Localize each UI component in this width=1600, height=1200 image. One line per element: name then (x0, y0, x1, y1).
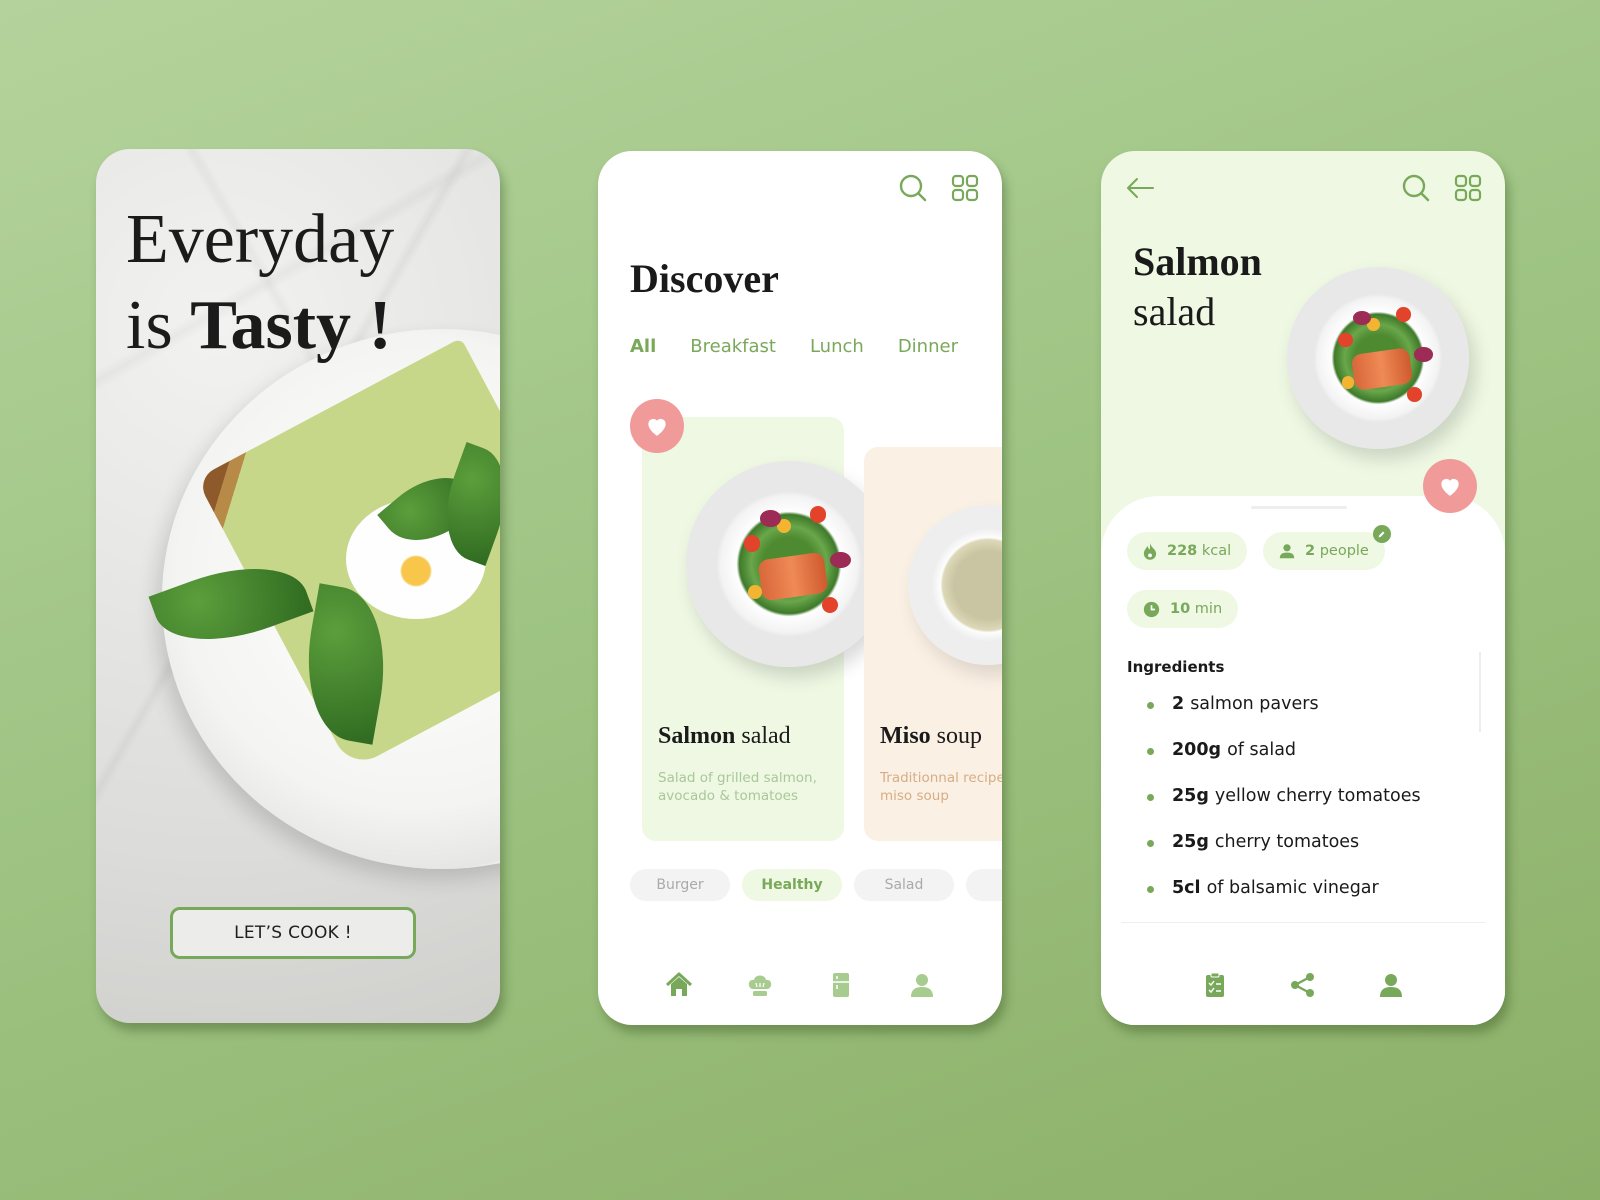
detail-sheet: 228 kcal 2 people 10 min Ingredients 2 sa… (1101, 496, 1505, 1025)
chip-healthy[interactable]: Healthy (742, 869, 842, 901)
edit-servings-button[interactable] (1372, 525, 1391, 543)
category-chips: Burger Healthy Salad (630, 869, 1002, 901)
card-description: Salad of grilled salmon, avocado & tomat… (658, 770, 817, 804)
favorite-button[interactable] (630, 399, 684, 453)
headline-exclamation: ! (368, 287, 392, 364)
bottom-nav (1101, 971, 1505, 999)
favorite-button[interactable] (1423, 459, 1477, 513)
recipe-title: Salmon salad (1133, 239, 1262, 334)
discover-screen: Discover All Breakfast Lunch Dinner Salm… (598, 151, 1002, 1025)
time-chip: 10 min (1127, 590, 1239, 628)
user-icon[interactable] (1377, 971, 1405, 999)
salmon-salad-image (1287, 267, 1469, 449)
calories-chip: 228 kcal (1127, 532, 1248, 570)
tab-dinner[interactable]: Dinner (898, 336, 958, 357)
back-arrow-icon[interactable] (1125, 175, 1155, 201)
meal-tabs: All Breakfast Lunch Dinner (630, 336, 958, 357)
sheet-handle[interactable] (1251, 506, 1347, 509)
checklist-icon[interactable] (1201, 971, 1229, 999)
card-title: Miso soup (880, 723, 983, 749)
chip-burger[interactable]: Burger (630, 869, 730, 901)
card-description: Traditionnal recipe of miso soup (880, 770, 1002, 804)
headline-bold-word: Tasty (190, 287, 352, 364)
tab-all[interactable]: All (630, 336, 656, 357)
clock-icon (1143, 601, 1160, 617)
search-icon[interactable] (1401, 173, 1431, 203)
home-icon[interactable] (665, 971, 693, 999)
splash-screen: Everyday is Tasty ! LET’S COOK ! (96, 149, 500, 1023)
headline-is: is (126, 287, 173, 364)
tab-lunch[interactable]: Lunch (810, 336, 864, 357)
grid-icon[interactable] (950, 173, 980, 203)
ingredient-item: 25g cherry tomatoes (1147, 832, 1421, 878)
chip-more[interactable] (966, 869, 1002, 901)
ingredient-item: 25g yellow cherry tomatoes (1147, 786, 1421, 832)
heart-icon (1441, 478, 1459, 496)
servings-chip[interactable]: 2 people (1263, 525, 1391, 570)
recipe-detail-screen: Salmon salad 228 kcal 2 people 10 min In… (1101, 151, 1505, 1025)
ingredient-item: 200g of salad (1147, 740, 1421, 786)
user-icon[interactable] (908, 971, 936, 999)
page-title: Discover (630, 256, 779, 301)
share-icon[interactable] (1289, 971, 1317, 999)
salmon-salad-image (686, 461, 892, 667)
chef-hat-icon[interactable] (746, 971, 774, 999)
bottom-nav (598, 971, 1002, 999)
heart-icon (648, 418, 666, 436)
ingredients-scrollbar[interactable] (1479, 652, 1481, 732)
search-icon[interactable] (898, 173, 928, 203)
pencil-icon (1378, 531, 1385, 537)
lets-cook-button[interactable]: LET’S COOK ! (170, 907, 416, 959)
user-icon (1279, 544, 1295, 559)
headline-line1: Everyday (126, 201, 395, 278)
ingredients-list: 2 salmon pavers 200g of salad 25g yellow ch… (1147, 694, 1421, 924)
ingredient-item: 2 salmon pavers (1147, 694, 1421, 740)
tab-breakfast[interactable]: Breakfast (690, 336, 776, 357)
ingredient-item: 5cl of balsamic vinegar (1147, 878, 1421, 924)
grid-icon[interactable] (1453, 173, 1483, 203)
card-title: Salmon salad (658, 723, 791, 749)
chip-salad[interactable]: Salad (854, 869, 954, 901)
divider (1121, 922, 1485, 923)
ingredients-heading: Ingredients (1127, 658, 1225, 676)
fridge-icon[interactable] (827, 971, 855, 999)
flame-icon (1143, 543, 1157, 560)
headline: Everyday is Tasty ! (126, 197, 394, 369)
